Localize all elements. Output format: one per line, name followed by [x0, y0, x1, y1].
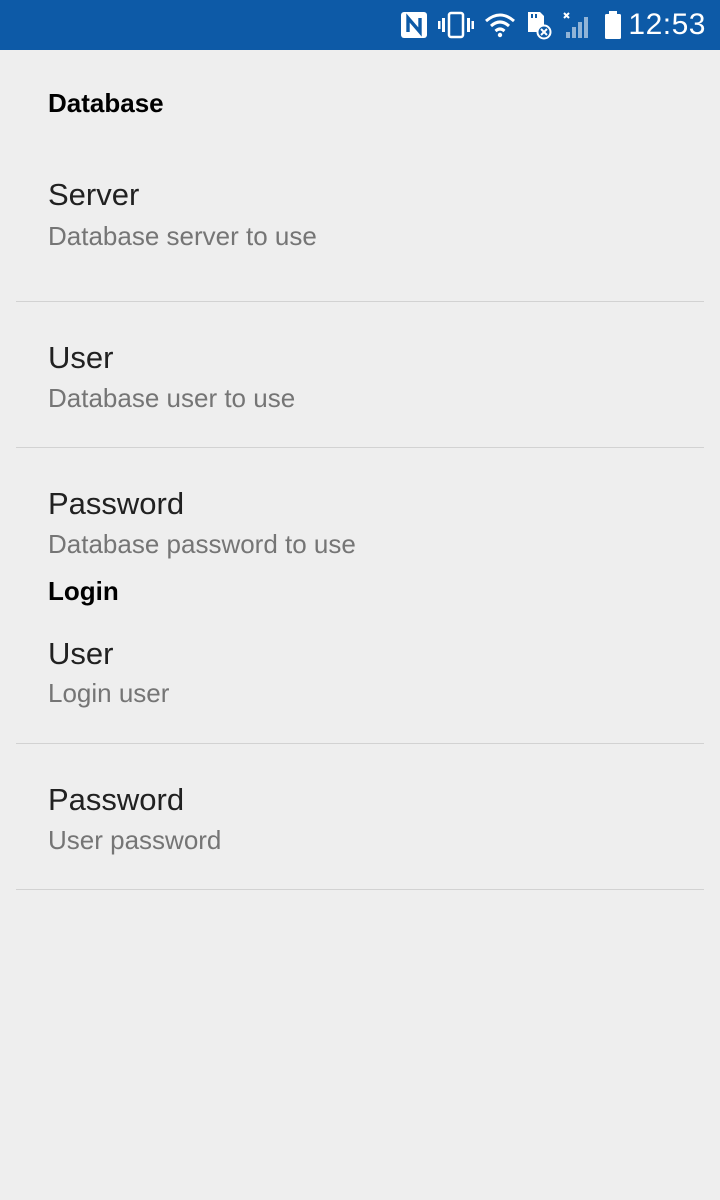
pref-summary: Database server to use: [48, 221, 317, 251]
divider: [16, 889, 704, 890]
pref-item-db-user[interactable]: User Database user to use: [0, 302, 720, 448]
pref-title: Password: [48, 486, 185, 521]
category-login: Login User Login user Password User pass…: [0, 576, 720, 890]
status-icons: 12:53: [390, 0, 706, 50]
pref-title: User: [48, 340, 114, 375]
pref-title: User: [48, 636, 114, 671]
wifi-icon: [484, 12, 516, 38]
status-clock: 12:53: [628, 8, 706, 41]
pref-item-server[interactable]: Server Database server to use: [0, 120, 720, 302]
pref-summary: Login user: [48, 678, 170, 708]
nfc-icon: [400, 11, 428, 39]
pref-title: Server: [48, 177, 140, 212]
signal-no-service-icon: [562, 10, 594, 40]
category-database: Database Server Database server to use U…: [0, 86, 720, 580]
sd-card-error-icon: [526, 10, 552, 40]
preferences-list: Database Server Database server to use U…: [0, 50, 720, 890]
pref-item-db-password[interactable]: Password Database password to use: [0, 448, 720, 580]
status-bar: 12:53: [0, 0, 720, 50]
pref-item-login-password[interactable]: Password User password: [0, 744, 720, 890]
pref-summary: Database password to use: [48, 529, 356, 559]
category-title-database: Database: [48, 88, 164, 118]
pref-item-login-user[interactable]: User Login user: [0, 580, 720, 744]
battery-icon: [604, 10, 622, 40]
pref-summary: User password: [48, 825, 222, 855]
pref-summary: Database user to use: [48, 383, 296, 413]
pref-title: Password: [48, 782, 185, 817]
vibrate-icon: [438, 11, 475, 39]
